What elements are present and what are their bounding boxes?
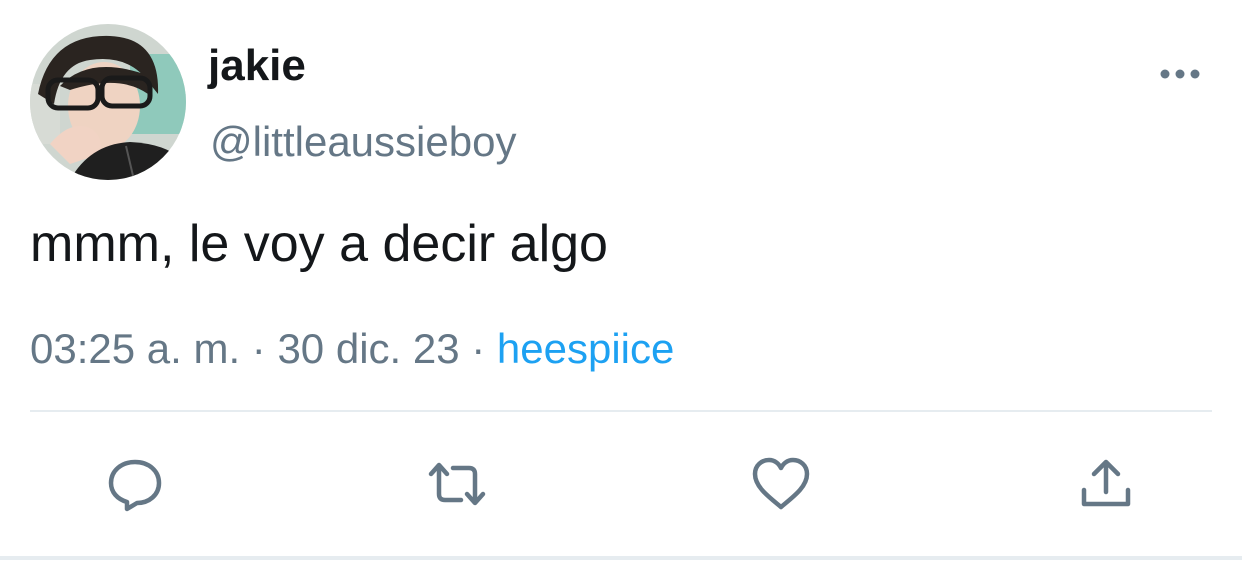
bottom-divider (0, 556, 1242, 560)
retweet-button[interactable] (425, 452, 489, 516)
share-button[interactable] (1074, 452, 1138, 516)
meta-separator: · (240, 325, 278, 372)
share-icon (1081, 459, 1131, 507)
more-options-button[interactable] (1152, 56, 1208, 92)
tweet-text: mmm, le voy a decir algo (30, 215, 608, 273)
tweet-source-link[interactable]: heespiice (497, 325, 674, 372)
divider (30, 410, 1212, 412)
like-button[interactable] (749, 452, 813, 516)
reply-button[interactable] (103, 452, 167, 516)
author-handle[interactable]: @littleaussieboy (210, 116, 516, 168)
meta-separator: · (459, 325, 497, 372)
retweet-icon (428, 462, 486, 506)
tweet-date[interactable]: 30 dic. 23 (277, 325, 459, 372)
tweet-time[interactable]: 03:25 a. m. (30, 325, 240, 372)
avatar[interactable] (30, 24, 186, 180)
reply-icon (108, 459, 162, 512)
author-display-name[interactable]: jakie (208, 40, 306, 92)
tweet-meta: 03:25 a. m. · 30 dic. 23 · heespiice (30, 323, 674, 375)
more-horizontal-icon (1160, 69, 1200, 79)
avatar-photo (30, 24, 186, 180)
heart-icon (752, 457, 810, 510)
